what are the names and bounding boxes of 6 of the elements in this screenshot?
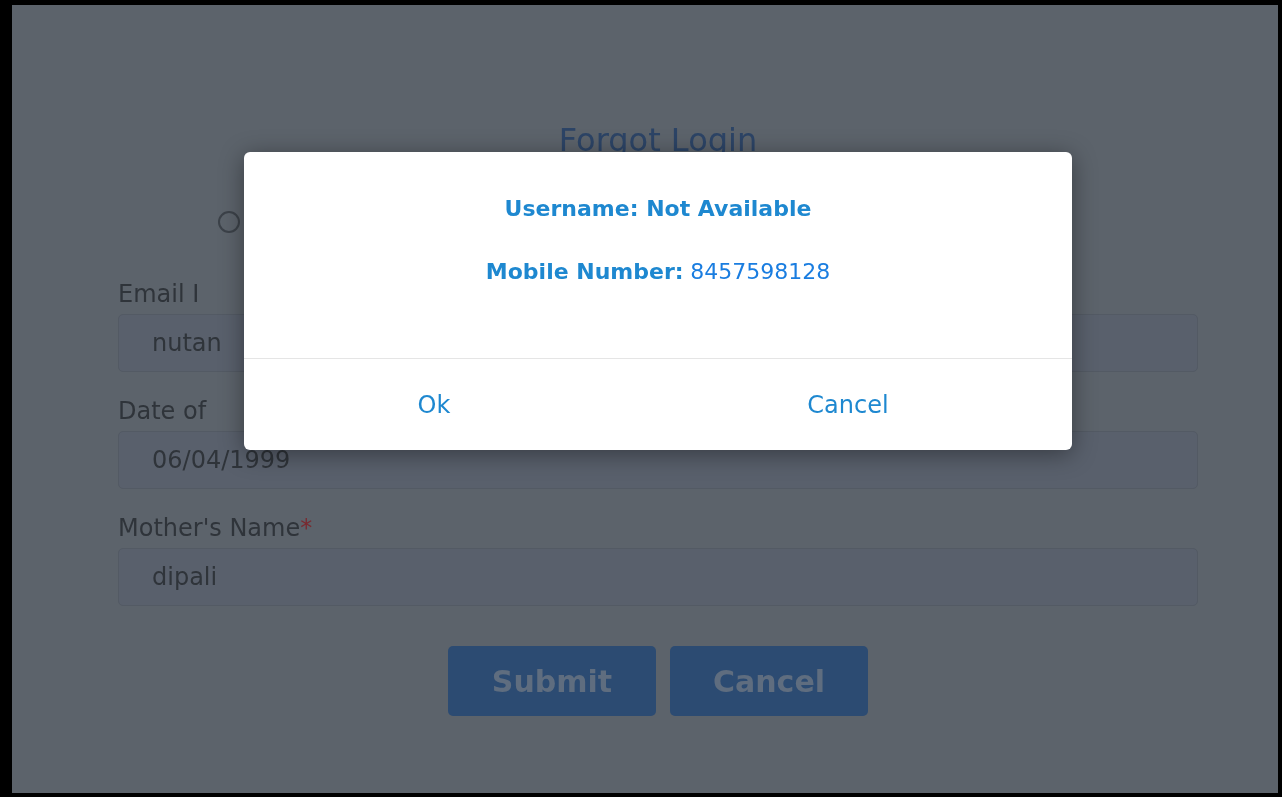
dialog-button[interactable]: Cancel [624,382,1072,427]
dialog-button[interactable]: Ok [244,382,624,427]
dialog-text: Username: Not Available [504,196,812,221]
radio-button[interactable] [218,211,240,233]
dialog-text: Mobile Number: 8457598128 [485,259,831,284]
required-mark: * [300,514,313,542]
